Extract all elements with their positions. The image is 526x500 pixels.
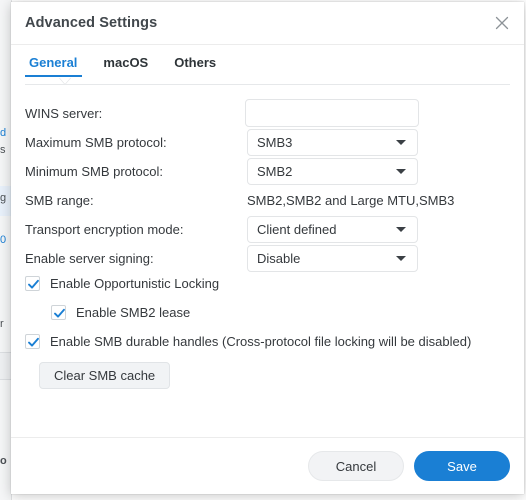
label-maximum-smb-protocol: Maximum SMB protocol: [25, 134, 167, 150]
checkbox-opportunistic-locking-label: Enable Opportunistic Locking [50, 276, 220, 291]
checkbox-smb2-lease[interactable]: Enable SMB2 lease [51, 305, 190, 320]
tab-general[interactable]: General [25, 53, 90, 84]
save-button[interactable]: Save [414, 451, 510, 481]
background-text-fragment: d [0, 127, 7, 139]
dialog-footer: Cancel Save [11, 437, 524, 494]
label-minimum-smb-protocol: Minimum SMB protocol: [25, 163, 163, 179]
tab-others[interactable]: Others [161, 53, 229, 72]
row-minimum-smb-protocol: Minimum SMB protocol: SMB2 [25, 157, 510, 185]
tabbar: General macOS Others [25, 53, 510, 85]
tab-macos[interactable]: macOS [90, 53, 161, 72]
dialog-title: Advanced Settings [25, 15, 158, 31]
chevron-down-icon [396, 140, 406, 145]
dialog-body: WINS server: Maximum SMB protocol: SMB3 … [11, 85, 524, 437]
maximum-smb-protocol-value: SMB3 [257, 134, 293, 150]
clear-smb-cache-button[interactable]: Clear SMB cache [39, 362, 171, 389]
minimum-smb-protocol-value: SMB2 [257, 163, 293, 179]
chevron-down-icon [396, 227, 406, 232]
checkbox-smb-durable-handles-box [25, 334, 40, 349]
tab-active-caret-icon [59, 77, 71, 84]
enable-server-signing-value: Disable [257, 250, 301, 266]
enable-server-signing-select[interactable]: Disable [247, 244, 418, 272]
advanced-settings-dialog: Advanced Settings General macOS Others W… [11, 2, 524, 494]
maximum-smb-protocol-select[interactable]: SMB3 [247, 128, 418, 156]
label-enable-server-signing: Enable server signing: [25, 250, 154, 266]
dialog-titlebar: Advanced Settings [11, 2, 524, 45]
tab-active-underline [25, 75, 83, 77]
row-transport-encryption-mode: Transport encryption mode: Client define… [25, 215, 510, 243]
background-text-fragment: 0 [0, 234, 7, 246]
label-transport-encryption-mode: Transport encryption mode: [25, 221, 184, 237]
minimum-smb-protocol-select[interactable]: SMB2 [247, 157, 418, 185]
row-enable-server-signing: Enable server signing: Disable [25, 244, 510, 272]
background-text-fragment: g [0, 192, 7, 204]
row-wins-server: WINS server: [25, 99, 510, 127]
close-icon[interactable] [488, 9, 516, 37]
tab-macos-label: macOS [103, 55, 149, 70]
chevron-down-icon [396, 169, 406, 174]
checkbox-opportunistic-locking[interactable]: Enable Opportunistic Locking [25, 276, 219, 291]
row-smb-range: SMB range: SMB2,SMB2 and Large MTU,SMB3 [25, 186, 510, 214]
cancel-button[interactable]: Cancel [308, 451, 404, 481]
background-text-fragment: s [0, 144, 6, 156]
checkbox-smb-durable-handles[interactable]: Enable SMB durable handles (Cross-protoc… [25, 334, 471, 349]
chevron-down-icon [396, 256, 406, 261]
checkbox-opportunistic-locking-box [25, 276, 40, 291]
label-wins-server: WINS server: [25, 105, 103, 121]
label-smb-range: SMB range: [25, 192, 94, 208]
transport-encryption-mode-value: Client defined [257, 221, 337, 237]
tab-general-label: General [29, 55, 78, 70]
checkbox-smb2-lease-label: Enable SMB2 lease [76, 305, 191, 320]
transport-encryption-mode-select[interactable]: Client defined [247, 215, 418, 243]
tab-others-label: Others [174, 55, 217, 70]
smb-range-value: SMB2,SMB2 and Large MTU,SMB3 [247, 192, 455, 208]
background-text-fragment: r [0, 318, 4, 330]
checkbox-smb-durable-handles-label: Enable SMB durable handles (Cross-protoc… [50, 334, 472, 349]
row-maximum-smb-protocol: Maximum SMB protocol: SMB3 [25, 128, 510, 156]
wins-server-input[interactable] [245, 99, 419, 127]
background-text-fragment: o [0, 455, 7, 467]
checkbox-smb2-lease-box [51, 305, 66, 320]
